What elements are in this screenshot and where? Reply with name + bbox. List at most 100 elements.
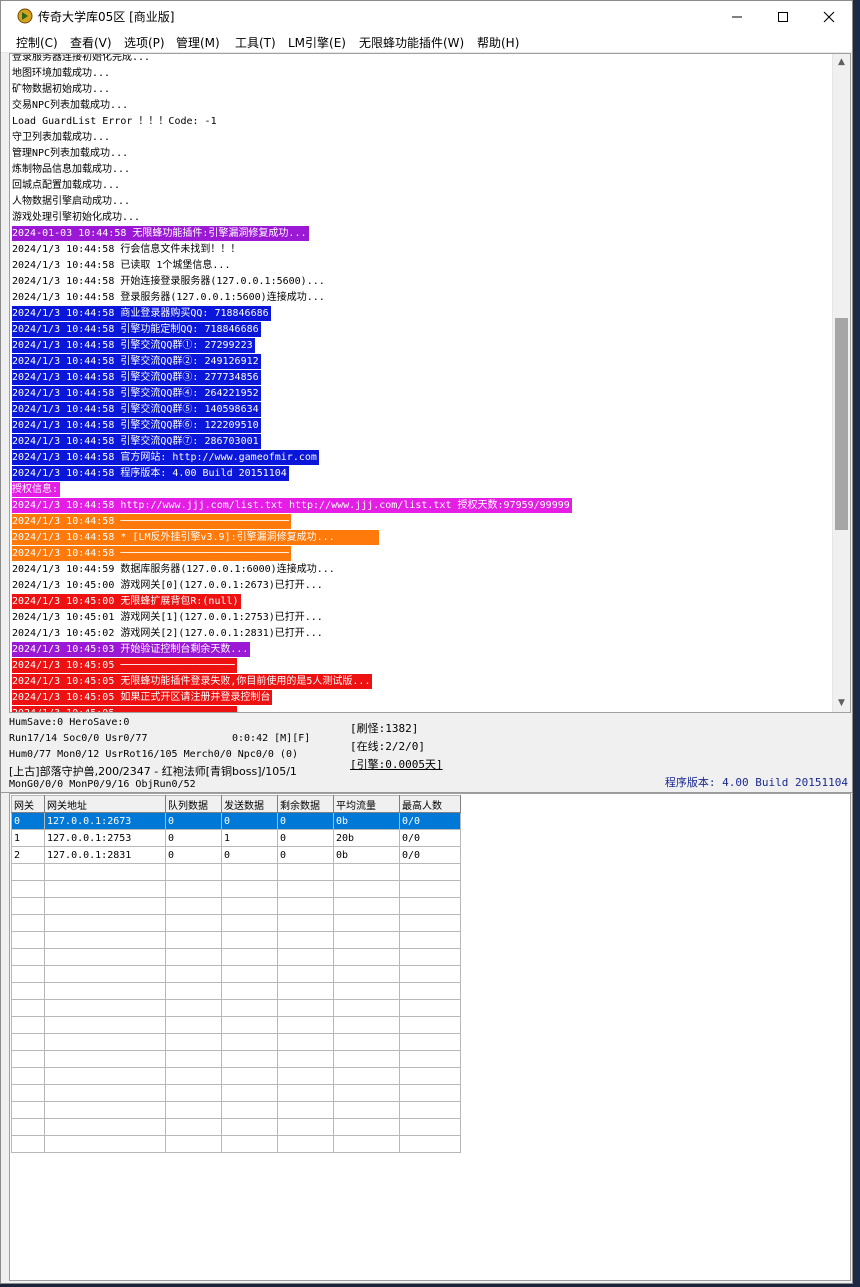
gateway-cell[interactable] (399, 914, 461, 932)
gateway-cell[interactable] (333, 1135, 400, 1153)
menu-plugin[interactable]: 无限蜂功能插件(W) (359, 34, 464, 51)
gateway-cell[interactable] (165, 914, 222, 932)
gateway-cell[interactable] (221, 863, 278, 881)
menu-options[interactable]: 选项(P) (124, 34, 165, 51)
gateway-cell[interactable] (221, 931, 278, 949)
gateway-cell[interactable] (11, 965, 45, 983)
gateway-cell[interactable] (11, 948, 45, 966)
gateway-cell[interactable] (221, 1135, 278, 1153)
gateway-row[interactable]: 2 127.0.0.1:2831 0 0 0 0b 0/0 (11, 846, 461, 864)
gateway-cell[interactable] (399, 931, 461, 949)
gateway-grid[interactable]: 网关 网关地址 队列数据 发送数据 剩余数据 平均流量 最高人数 0 127.0.… (9, 793, 851, 1281)
gateway-cell[interactable] (44, 1118, 166, 1136)
gateway-cell[interactable] (333, 914, 400, 932)
gateway-cell[interactable] (221, 982, 278, 1000)
gateway-row[interactable]: 1 127.0.0.1:2753 0 1 0 20b 0/0 (11, 829, 461, 847)
gateway-cell[interactable] (44, 1101, 166, 1119)
gateway-cell[interactable] (44, 931, 166, 949)
gateway-cell[interactable] (221, 1084, 278, 1102)
gateway-cell[interactable] (44, 1016, 166, 1034)
gateway-row[interactable] (11, 931, 461, 949)
gateway-cell[interactable] (11, 863, 45, 881)
gateway-cell[interactable]: 127.0.0.1:2673 (44, 812, 166, 830)
gateway-row[interactable] (11, 1135, 461, 1153)
gateway-cell[interactable] (221, 1016, 278, 1034)
gateway-cell[interactable] (221, 948, 278, 966)
maximize-button[interactable] (760, 1, 806, 32)
gateway-row[interactable] (11, 982, 461, 1000)
scrollbar-thumb[interactable] (835, 318, 848, 530)
gateway-cell[interactable]: 0 (221, 846, 278, 864)
gateway-cell[interactable] (165, 863, 222, 881)
gateway-cell[interactable] (277, 863, 334, 881)
gateway-cell[interactable]: 127.0.0.1:2753 (44, 829, 166, 847)
gateway-cell[interactable] (277, 965, 334, 983)
gateway-cell[interactable] (399, 1067, 461, 1085)
gateway-cell[interactable]: 0/0 (399, 829, 461, 847)
gateway-cell[interactable] (277, 1084, 334, 1102)
gateway-row[interactable] (11, 999, 461, 1017)
gateway-cell[interactable] (165, 1067, 222, 1085)
menu-manage[interactable]: 管理(M) (176, 34, 220, 51)
col-gateway[interactable]: 网关 (11, 795, 45, 813)
gateway-cell[interactable] (165, 948, 222, 966)
gateway-cell[interactable]: 1 (11, 829, 45, 847)
gateway-cell[interactable] (333, 999, 400, 1017)
gateway-cell[interactable] (277, 1135, 334, 1153)
gateway-row[interactable] (11, 914, 461, 932)
gateway-cell[interactable] (333, 1101, 400, 1119)
gateway-cell[interactable] (165, 931, 222, 949)
gateway-cell[interactable] (11, 897, 45, 915)
gateway-cell[interactable] (333, 880, 400, 898)
gateway-cell[interactable] (277, 1033, 334, 1051)
col-queue[interactable]: 队列数据 (165, 795, 222, 813)
gateway-row[interactable] (11, 880, 461, 898)
scroll-down-icon[interactable]: ▼ (833, 695, 850, 712)
col-address[interactable]: 网关地址 (44, 795, 166, 813)
menu-control[interactable]: 控制(C) (16, 34, 58, 51)
gateway-cell[interactable] (277, 1118, 334, 1136)
gateway-cell[interactable]: 0 (165, 812, 222, 830)
gateway-cell[interactable]: 0/0 (399, 846, 461, 864)
gateway-cell[interactable] (333, 965, 400, 983)
gateway-cell[interactable]: 0b (333, 812, 400, 830)
gateway-cell[interactable] (44, 1050, 166, 1068)
engine-days[interactable]: [引擎:0.0005天] (350, 756, 443, 772)
gateway-cell[interactable]: 0 (165, 846, 222, 864)
gateway-row[interactable] (11, 965, 461, 983)
gateway-cell[interactable] (165, 1101, 222, 1119)
gateway-cell[interactable] (333, 948, 400, 966)
gateway-cell[interactable] (221, 1067, 278, 1085)
close-button[interactable] (806, 1, 852, 32)
gateway-cell[interactable]: 0/0 (399, 812, 461, 830)
gateway-cell[interactable] (399, 948, 461, 966)
gateway-cell[interactable]: 0 (277, 829, 334, 847)
gateway-cell[interactable]: 2 (11, 846, 45, 864)
gateway-cell[interactable] (11, 1101, 45, 1119)
gateway-cell[interactable] (165, 897, 222, 915)
gateway-cell[interactable] (221, 1033, 278, 1051)
gateway-cell[interactable] (333, 1084, 400, 1102)
gateway-cell[interactable] (399, 897, 461, 915)
gateway-cell[interactable] (11, 1033, 45, 1051)
gateway-cell[interactable] (165, 1050, 222, 1068)
menu-help[interactable]: 帮助(H) (477, 34, 519, 51)
gateway-cell[interactable] (277, 1101, 334, 1119)
gateway-cell[interactable] (44, 1033, 166, 1051)
gateway-row[interactable] (11, 1084, 461, 1102)
gateway-cell[interactable] (333, 1118, 400, 1136)
gateway-cell[interactable] (399, 1016, 461, 1034)
gateway-cell[interactable] (277, 1067, 334, 1085)
gateway-cell[interactable] (44, 880, 166, 898)
gateway-cell[interactable] (221, 1050, 278, 1068)
col-remaining[interactable]: 剩余数据 (277, 795, 334, 813)
gateway-cell[interactable] (221, 880, 278, 898)
gateway-row[interactable] (11, 1016, 461, 1034)
gateway-row[interactable] (11, 1101, 461, 1119)
gateway-cell[interactable]: 1 (221, 829, 278, 847)
gateway-cell[interactable] (165, 1016, 222, 1034)
gateway-cell[interactable] (44, 999, 166, 1017)
gateway-cell[interactable]: 0 (277, 812, 334, 830)
gateway-cell[interactable]: 0 (165, 829, 222, 847)
menu-lm-engine[interactable]: LM引擎(E) (288, 34, 346, 51)
